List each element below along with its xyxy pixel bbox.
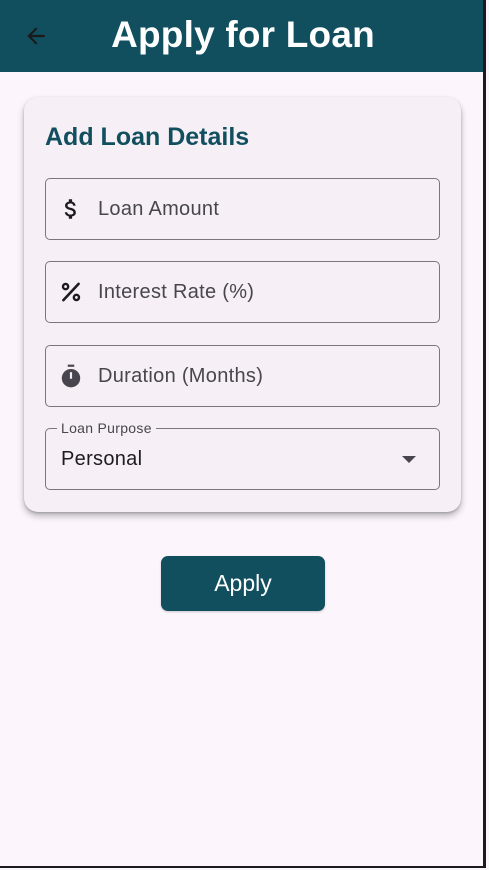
duration-field[interactable]: Duration (Months) xyxy=(45,345,440,407)
interest-rate-field[interactable]: Interest Rate (%) xyxy=(45,261,440,323)
apply-button[interactable]: Apply xyxy=(161,556,325,611)
timer-icon xyxy=(58,363,84,389)
duration-placeholder: Duration (Months) xyxy=(98,365,264,387)
interest-rate-placeholder: Interest Rate (%) xyxy=(98,281,255,303)
loan-purpose-label: Loan Purpose xyxy=(57,420,156,436)
app-bar: Apply for Loan xyxy=(0,0,483,72)
loan-details-card: Add Loan Details Loan Amount Interest Ra… xyxy=(24,97,461,512)
loan-amount-placeholder: Loan Amount xyxy=(98,198,220,220)
loan-amount-field[interactable]: Loan Amount xyxy=(45,178,440,240)
loan-purpose-value: Personal xyxy=(61,448,143,470)
loan-purpose-dropdown[interactable]: Loan Purpose Personal xyxy=(45,420,440,490)
loan-application-screen: Apply for Loan Add Loan Details Loan Amo… xyxy=(0,0,486,868)
card-title: Add Loan Details xyxy=(45,123,250,151)
percent-icon xyxy=(58,279,84,305)
page-title: Apply for Loan xyxy=(111,14,375,55)
dollar-icon xyxy=(58,196,84,222)
caret-down-icon xyxy=(402,456,416,463)
